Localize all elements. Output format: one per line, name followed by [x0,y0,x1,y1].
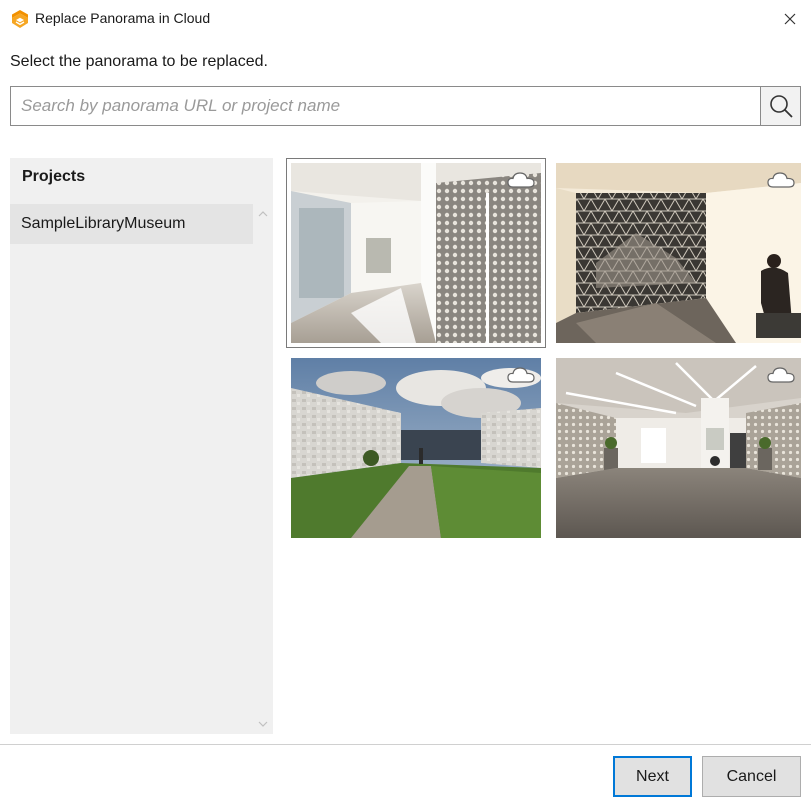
panorama-atrium-image [556,163,801,343]
instruction-text: Select the panorama to be replaced. [10,53,268,70]
projects-header: Projects [22,168,86,185]
footer-divider [0,744,811,745]
cloud-icon [767,367,795,383]
panorama-gallery [286,158,806,548]
panorama-gallery-hall-image [556,358,801,538]
panorama-thumbnail[interactable] [556,163,801,343]
panorama-exterior-image [291,358,541,538]
title-bar: Replace Panorama in Cloud [0,0,811,38]
search-box [10,86,801,126]
enscape-logo-icon [12,10,28,28]
panorama-thumbnail[interactable] [556,358,801,538]
next-button[interactable]: Next [613,756,692,797]
panorama-thumbnail[interactable] [286,158,546,348]
projects-panel: Projects SampleLibraryMuseum [10,158,273,734]
window-title: Replace Panorama in Cloud [35,10,211,26]
cloud-icon [507,172,535,188]
close-button[interactable] [777,6,803,32]
cancel-button[interactable]: Cancel [702,756,801,797]
search-icon [770,95,793,118]
search-button[interactable] [760,87,800,125]
projects-scrollbar[interactable] [253,204,273,734]
panorama-thumbnail[interactable] [291,358,541,538]
close-icon [784,13,796,25]
project-item-samplelibrarymuseum[interactable]: SampleLibraryMuseum [10,204,253,244]
search-input[interactable] [11,87,761,125]
chevron-down-icon[interactable] [257,718,269,730]
projects-list: SampleLibraryMuseum [10,204,253,244]
cloud-icon [507,367,535,383]
chevron-up-icon[interactable] [257,208,269,220]
cloud-icon [767,172,795,188]
panorama-corridor-image [291,163,541,343]
